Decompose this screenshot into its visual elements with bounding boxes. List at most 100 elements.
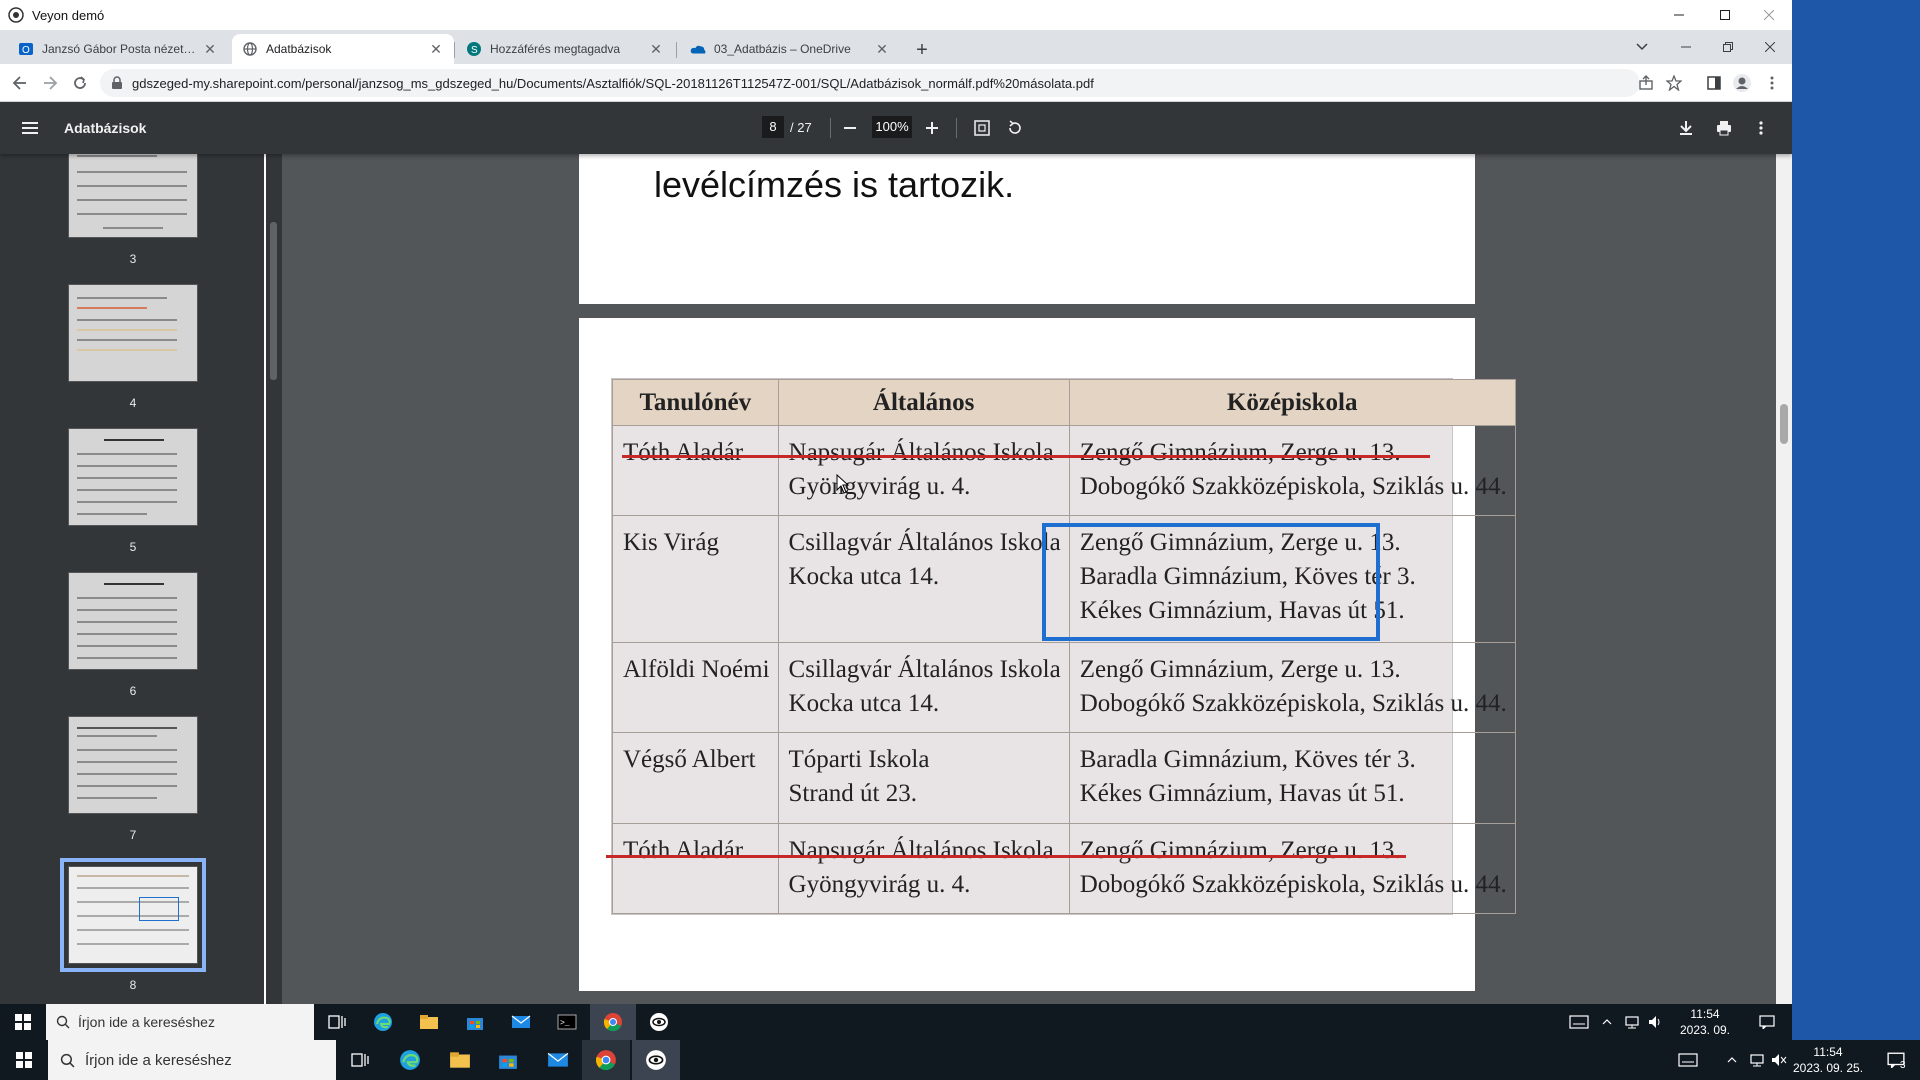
zoom-input[interactable]: 100% (872, 116, 912, 138)
chrome-close-button[interactable] (1750, 32, 1790, 62)
chrome-icon (603, 1013, 622, 1032)
secondary-school-cell: Zengő Gimnázium, Zerge u. 13. Dobogókő Sz… (1068, 424, 1516, 517)
print-button[interactable] (1712, 116, 1736, 140)
share-button[interactable] (1632, 69, 1660, 97)
document-scrollbar[interactable] (1776, 154, 1792, 1034)
thumbnail-page-3[interactable]: 3 (68, 154, 198, 266)
tray-expand-button[interactable] (1594, 1004, 1620, 1040)
thumbnail-number: 4 (129, 396, 137, 410)
chrome-menu-button[interactable] (1758, 69, 1786, 97)
profile-button[interactable] (1728, 69, 1756, 97)
tab-outlook[interactable]: O Janzsó Gábor Posta nézete – Ou ✕ (8, 34, 228, 64)
thumbnail-image (60, 858, 206, 972)
windows-icon (16, 1052, 32, 1068)
volume-button[interactable] (1644, 1004, 1668, 1040)
browser-toolbar: gdszeged-my.sharepoint.com/personal/janz… (0, 64, 1792, 102)
chrome-minimize-button[interactable] (1666, 32, 1706, 62)
chrome-window: O Janzsó Gábor Posta nézete – Ou ✕ Adatb… (0, 30, 1792, 1034)
mail-button[interactable] (498, 1004, 544, 1040)
task-view-button[interactable] (336, 1040, 384, 1080)
thumbnail-page-5[interactable]: 5 (68, 428, 198, 554)
file-explorer-button[interactable] (406, 1004, 452, 1040)
back-button[interactable] (6, 69, 34, 97)
scrollbar-thumb[interactable] (1780, 404, 1788, 444)
speaker-icon (1649, 1016, 1660, 1028)
host-clock[interactable]: 11:54 2023. 09. 25. (1788, 1044, 1868, 1076)
secondary-school-cell: Zengő Gimnázium, Zerge u. 13. Dobogókő Sz… (1068, 641, 1516, 734)
notifications-button[interactable]: 3 (1872, 1040, 1920, 1080)
chrome-restore-button[interactable] (1708, 32, 1748, 62)
start-button[interactable] (0, 1040, 48, 1080)
address-bar[interactable]: gdszeged-my.sharepoint.com/personal/janz… (100, 69, 1640, 97)
highlight-box (1042, 523, 1380, 641)
tab-hozzaferes[interactable]: S Hozzáférés megtagadva ✕ (456, 34, 674, 64)
tab-close-icon[interactable]: ✕ (202, 41, 218, 58)
remote-search-box[interactable]: Írjon ide a kereséshez (46, 1004, 314, 1040)
onedrive-icon (690, 41, 706, 57)
scrollbar-thumb[interactable] (270, 222, 277, 380)
sharepoint-icon: S (466, 41, 482, 57)
task-view-button[interactable] (314, 1004, 360, 1040)
printer-icon (1717, 121, 1731, 136)
host-search-box[interactable]: Írjon ide a kereséshez (48, 1040, 336, 1080)
page-number-input[interactable]: 8 (762, 116, 784, 138)
search-placeholder: Írjon ide a kereséshez (85, 1051, 232, 1069)
svg-text:O: O (22, 45, 30, 56)
svg-text:S: S (471, 45, 478, 56)
edge-button[interactable] (360, 1004, 406, 1040)
thumbnail-page-7[interactable]: 7 (68, 716, 198, 842)
remote-start-button[interactable] (0, 1004, 46, 1040)
download-button[interactable] (1674, 116, 1698, 140)
bookmark-button[interactable] (1660, 69, 1688, 97)
new-tab-button[interactable]: + (910, 38, 934, 62)
pdf-more-button[interactable] (1749, 116, 1773, 140)
zoom-in-button[interactable] (920, 116, 944, 140)
veyon-close-button[interactable] (1746, 0, 1792, 30)
edge-button[interactable] (386, 1040, 434, 1080)
veyon-minimize-button[interactable] (1656, 0, 1702, 30)
close-icon (1765, 42, 1775, 52)
veyon-taskbar-button[interactable] (636, 1004, 682, 1040)
network-button[interactable] (1620, 1004, 1644, 1040)
thumbnail-page-6[interactable]: 6 (68, 572, 198, 698)
keyboard-button[interactable] (1664, 1040, 1712, 1080)
tray-expand-button[interactable] (1718, 1040, 1746, 1080)
chrome-taskbar-button[interactable] (590, 1004, 636, 1040)
zoom-out-button[interactable] (838, 116, 862, 140)
page-heading: levélcímzés is tartozik. (654, 164, 1015, 205)
remote-clock[interactable]: 11:54 2023. 09. 25. (1670, 1006, 1740, 1040)
pdf-sidebar-toggle[interactable] (18, 116, 42, 140)
side-panel-button[interactable] (1700, 69, 1728, 97)
table-row: Tóth Aladár Napsugár Általános Iskola Gyö… (612, 424, 1516, 517)
veyon-taskbar-button[interactable] (632, 1040, 680, 1080)
file-explorer-button[interactable] (436, 1040, 484, 1080)
forward-button[interactable] (36, 69, 64, 97)
thumbnail-page-4[interactable]: 4 (68, 284, 198, 410)
table-row: Végső Albert Tóparti Iskola Strand út 23.… (612, 732, 1516, 824)
sidebar-scrollbar[interactable] (266, 154, 282, 1034)
fit-page-button[interactable] (970, 116, 994, 140)
tab-title: Janzsó Gábor Posta nézete – Ou (42, 42, 202, 56)
mail-button[interactable] (534, 1040, 582, 1080)
tab-close-icon[interactable]: ✕ (428, 41, 444, 58)
thumbnail-page-8[interactable]: 8 (60, 858, 206, 992)
store-button[interactable] (452, 1004, 498, 1040)
veyon-maximize-button[interactable] (1702, 0, 1748, 30)
tab-title: Adatbázisok (266, 42, 332, 56)
tab-search-button[interactable] (1622, 32, 1662, 62)
notification-count-badge: 3 (1900, 1060, 1906, 1071)
tab-adatbazisok[interactable]: Adatbázisok ✕ (232, 34, 454, 64)
chrome-taskbar-button[interactable] (582, 1040, 630, 1080)
tab-close-icon[interactable]: ✕ (648, 41, 664, 58)
rotate-button[interactable] (1003, 116, 1027, 140)
tab-onedrive[interactable]: 03_Adatbázis – OneDrive ✕ (680, 34, 900, 64)
remote-notifications-button[interactable] (1744, 1004, 1790, 1040)
tab-title: Hozzáférés megtagadva (490, 42, 621, 56)
store-button[interactable] (484, 1040, 532, 1080)
minus-icon (844, 127, 856, 129)
avatar-icon (1733, 74, 1751, 92)
reload-button[interactable] (66, 69, 94, 97)
terminal-button[interactable]: >_ (544, 1004, 590, 1040)
tab-close-icon[interactable]: ✕ (874, 41, 890, 58)
table-row: Tóth Aladár Napsugár Általános Iskola Gyö… (612, 822, 1516, 915)
